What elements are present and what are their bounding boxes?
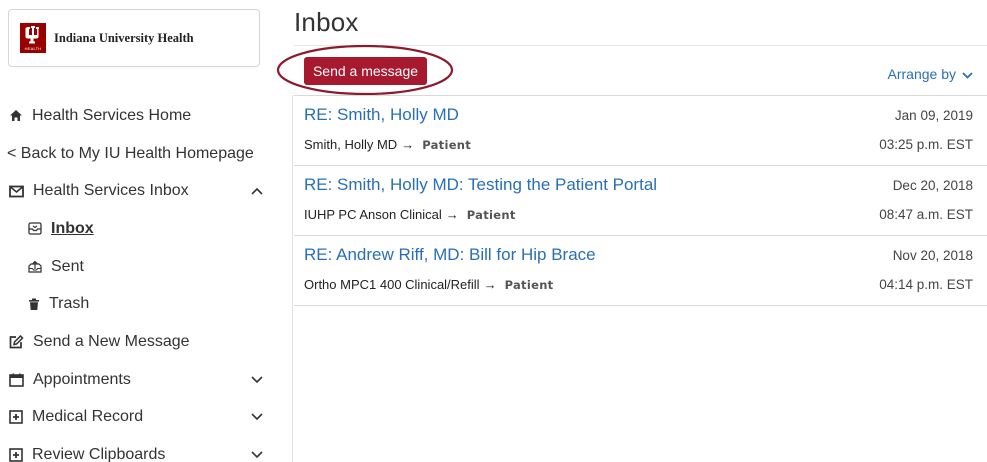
logo-health-text: HEALTH xyxy=(24,46,42,51)
calendar-icon xyxy=(9,373,24,387)
sidebar-item-medical-record[interactable]: Medical Record xyxy=(0,399,275,437)
brand-name: Indiana University Health xyxy=(54,30,194,45)
message-time: 08:47 a.m. EST xyxy=(879,207,973,222)
message-sender: Smith, Holly MD xyxy=(304,137,398,152)
message-route: Ortho MPC1 400 Clinical/Refill → Patient xyxy=(304,277,553,292)
sidebar-item-review-clipboards[interactable]: Review Clipboards xyxy=(0,436,275,462)
message-row[interactable]: RE: Smith, Holly MD Jan 09, 2019 Smith, … xyxy=(294,96,987,166)
message-time: 03:25 p.m. EST xyxy=(879,137,973,152)
sidebar-item-label: Health Services Home xyxy=(32,106,192,124)
sidebar-item-trash[interactable]: Trash xyxy=(0,285,275,323)
sidebar-item-label: < Back to My IU Health Homepage xyxy=(7,144,254,162)
message-subject-link[interactable]: RE: Smith, Holly MD: Testing the Patient… xyxy=(304,175,657,195)
sent-icon xyxy=(28,260,42,273)
message-sender: IUHP PC Anson Clinical xyxy=(304,207,442,222)
home-icon xyxy=(9,109,23,122)
chevron-up-icon[interactable] xyxy=(251,182,263,200)
sidebar: HEALTH Indiana University Health Health … xyxy=(0,0,275,462)
sidebar-item-label: Send a New Message xyxy=(33,332,190,350)
chevron-down-icon[interactable] xyxy=(251,408,263,426)
sidebar-item-health-services-inbox[interactable]: Health Services Inbox xyxy=(0,172,275,210)
trash-icon xyxy=(28,298,40,311)
arrange-by-dropdown[interactable]: Arrange by xyxy=(888,66,973,82)
iu-trident-logo-icon: HEALTH xyxy=(20,23,46,53)
sidebar-item-appointments[interactable]: Appointments xyxy=(0,361,275,399)
sidebar-item-sent[interactable]: Sent xyxy=(0,248,275,286)
message-date: Nov 20, 2018 xyxy=(892,248,973,263)
medical-record-icon xyxy=(9,410,23,425)
sidebar-item-label: Inbox xyxy=(51,219,94,237)
arrow-right-icon: → xyxy=(483,277,497,292)
sidebar-item-label: Health Services Inbox xyxy=(33,182,189,200)
message-subject-link[interactable]: RE: Smith, Holly MD xyxy=(304,105,459,125)
sidebar-item-label: Appointments xyxy=(33,370,131,388)
content-divider xyxy=(292,95,293,462)
sidebar-item-label: Trash xyxy=(49,295,90,313)
arrow-right-icon: → xyxy=(445,207,459,222)
arrow-right-icon: → xyxy=(401,137,415,152)
message-recipient: Patient xyxy=(466,207,516,222)
compose-icon xyxy=(9,334,24,349)
message-time: 04:14 p.m. EST xyxy=(879,277,973,292)
sidebar-item-inbox[interactable]: Inbox xyxy=(0,210,275,248)
message-row[interactable]: RE: Andrew Riff, MD: Bill for Hip Brace … xyxy=(294,236,987,306)
inbox-icon xyxy=(28,222,42,236)
message-date: Jan 09, 2019 xyxy=(894,108,973,123)
toolbar-divider xyxy=(294,45,987,46)
envelope-icon xyxy=(9,185,24,198)
message-subject-link[interactable]: RE: Andrew Riff, MD: Bill for Hip Brace xyxy=(304,245,596,265)
message-route: IUHP PC Anson Clinical → Patient xyxy=(304,207,516,222)
sidebar-item-label: Sent xyxy=(51,257,84,275)
message-row[interactable]: RE: Smith, Holly MD: Testing the Patient… xyxy=(294,166,987,236)
chevron-down-icon xyxy=(956,66,973,82)
sidebar-item-send-new-message[interactable]: Send a New Message xyxy=(0,323,275,361)
sidebar-item-label: Review Clipboards xyxy=(32,446,166,462)
message-recipient: Patient xyxy=(422,137,472,152)
message-route: Smith, Holly MD → Patient xyxy=(304,137,471,152)
page-title: Inbox xyxy=(294,7,359,37)
clipboard-icon xyxy=(9,448,23,462)
arrange-by-label: Arrange by xyxy=(887,66,956,82)
sidebar-item-label: Medical Record xyxy=(32,408,144,426)
chevron-down-icon[interactable] xyxy=(251,446,263,462)
send-message-button[interactable]: Send a message xyxy=(304,57,427,85)
chevron-down-icon[interactable] xyxy=(251,371,263,389)
message-list: RE: Smith, Holly MD Jan 09, 2019 Smith, … xyxy=(294,95,987,306)
message-date: Dec 20, 2018 xyxy=(892,178,973,193)
message-sender: Ortho MPC1 400 Clinical/Refill xyxy=(304,277,480,292)
brand-logo[interactable]: HEALTH Indiana University Health xyxy=(8,9,260,67)
sidebar-item-health-services-home[interactable]: Health Services Home xyxy=(0,97,275,135)
sidebar-nav: Health Services Home < Back to My IU Hea… xyxy=(0,97,275,462)
sidebar-item-back-homepage[interactable]: < Back to My IU Health Homepage xyxy=(0,135,275,173)
message-recipient: Patient xyxy=(504,277,554,292)
